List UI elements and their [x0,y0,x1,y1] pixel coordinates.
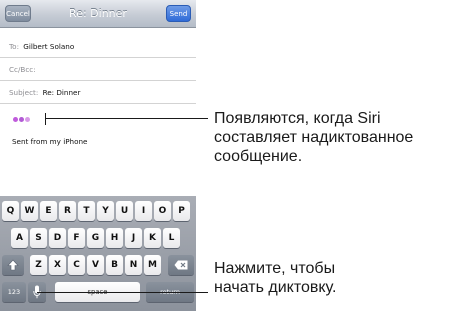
key-a[interactable]: A [11,228,28,248]
key-e[interactable]: E [40,201,57,221]
shift-key[interactable] [2,255,24,275]
subject-value[interactable]: Re: Dinner [43,88,81,97]
message-body-field[interactable] [0,105,196,125]
key-h[interactable]: H [106,228,123,248]
cancel-button[interactable]: Cancel [5,5,31,22]
key-z[interactable]: Z [30,255,47,275]
key-r[interactable]: R [59,201,76,221]
key-q[interactable]: Q [2,201,19,221]
delete-backspace-icon [174,260,188,270]
to-field[interactable]: To: Gilbert Solano [0,36,196,58]
dictation-dot [25,117,30,122]
iphone-mail-compose: Cancel Re: Dinner Send To: Gilbert Solan… [0,0,196,311]
text-cursor [45,113,46,125]
keyboard: Q W E R T Y U I O P A S D F G H J K L Z … [0,196,196,311]
cc-bcc-field[interactable]: Cc/Bcc: [0,59,196,81]
key-m[interactable]: M [144,255,161,275]
email-signature: Sent from my iPhone [12,137,88,146]
subject-field[interactable]: Subject: Re: Dinner [0,82,196,104]
shift-arrow-icon [7,259,19,271]
microphone-callout-line [37,292,208,293]
microphone-callout-line-1: Нажмите, чтобы [214,260,336,277]
nav-bar: Cancel Re: Dinner Send [0,0,196,28]
key-j[interactable]: J [125,228,142,248]
key-i[interactable]: I [135,201,152,221]
key-y[interactable]: Y [97,201,114,221]
key-b[interactable]: B [106,255,123,275]
key-c[interactable]: C [68,255,85,275]
numbers-key[interactable]: 123 [2,282,26,302]
dictation-callout-line-2: составляет надиктованное [214,129,414,146]
key-d[interactable]: D [49,228,66,248]
key-v[interactable]: V [87,255,104,275]
key-t[interactable]: T [78,201,95,221]
dictation-callout-line-1: Появляются, когда Siri [214,110,381,127]
delete-key[interactable] [168,255,194,275]
subject-label: Subject: [9,88,39,97]
key-o[interactable]: O [154,201,171,221]
key-u[interactable]: U [116,201,133,221]
dictation-callout-line-3: сообщение. [214,148,303,165]
key-f[interactable]: F [68,228,85,248]
key-l[interactable]: L [163,228,180,248]
key-n[interactable]: N [125,255,142,275]
key-g[interactable]: G [87,228,104,248]
dictation-callout-line [45,118,208,119]
key-k[interactable]: K [144,228,161,248]
key-s[interactable]: S [30,228,47,248]
cc-bcc-label: Cc/Bcc: [9,65,36,74]
to-label: To: [9,42,19,51]
dictation-dot [19,117,24,122]
dictation-callout-text: Появляются, когда Siri составляет надикт… [214,109,413,166]
to-recipient[interactable]: Gilbert Solano [23,42,74,51]
microphone-callout-line-2: начать диктовку. [214,279,337,296]
key-p[interactable]: P [173,201,190,221]
message-title: Re: Dinner [69,7,127,20]
send-button[interactable]: Send [166,5,191,22]
key-x[interactable]: X [49,255,66,275]
key-w[interactable]: W [21,201,38,221]
dictation-dot [13,117,18,122]
microphone-callout-text: Нажмите, чтобы начать диктовку. [214,259,336,297]
